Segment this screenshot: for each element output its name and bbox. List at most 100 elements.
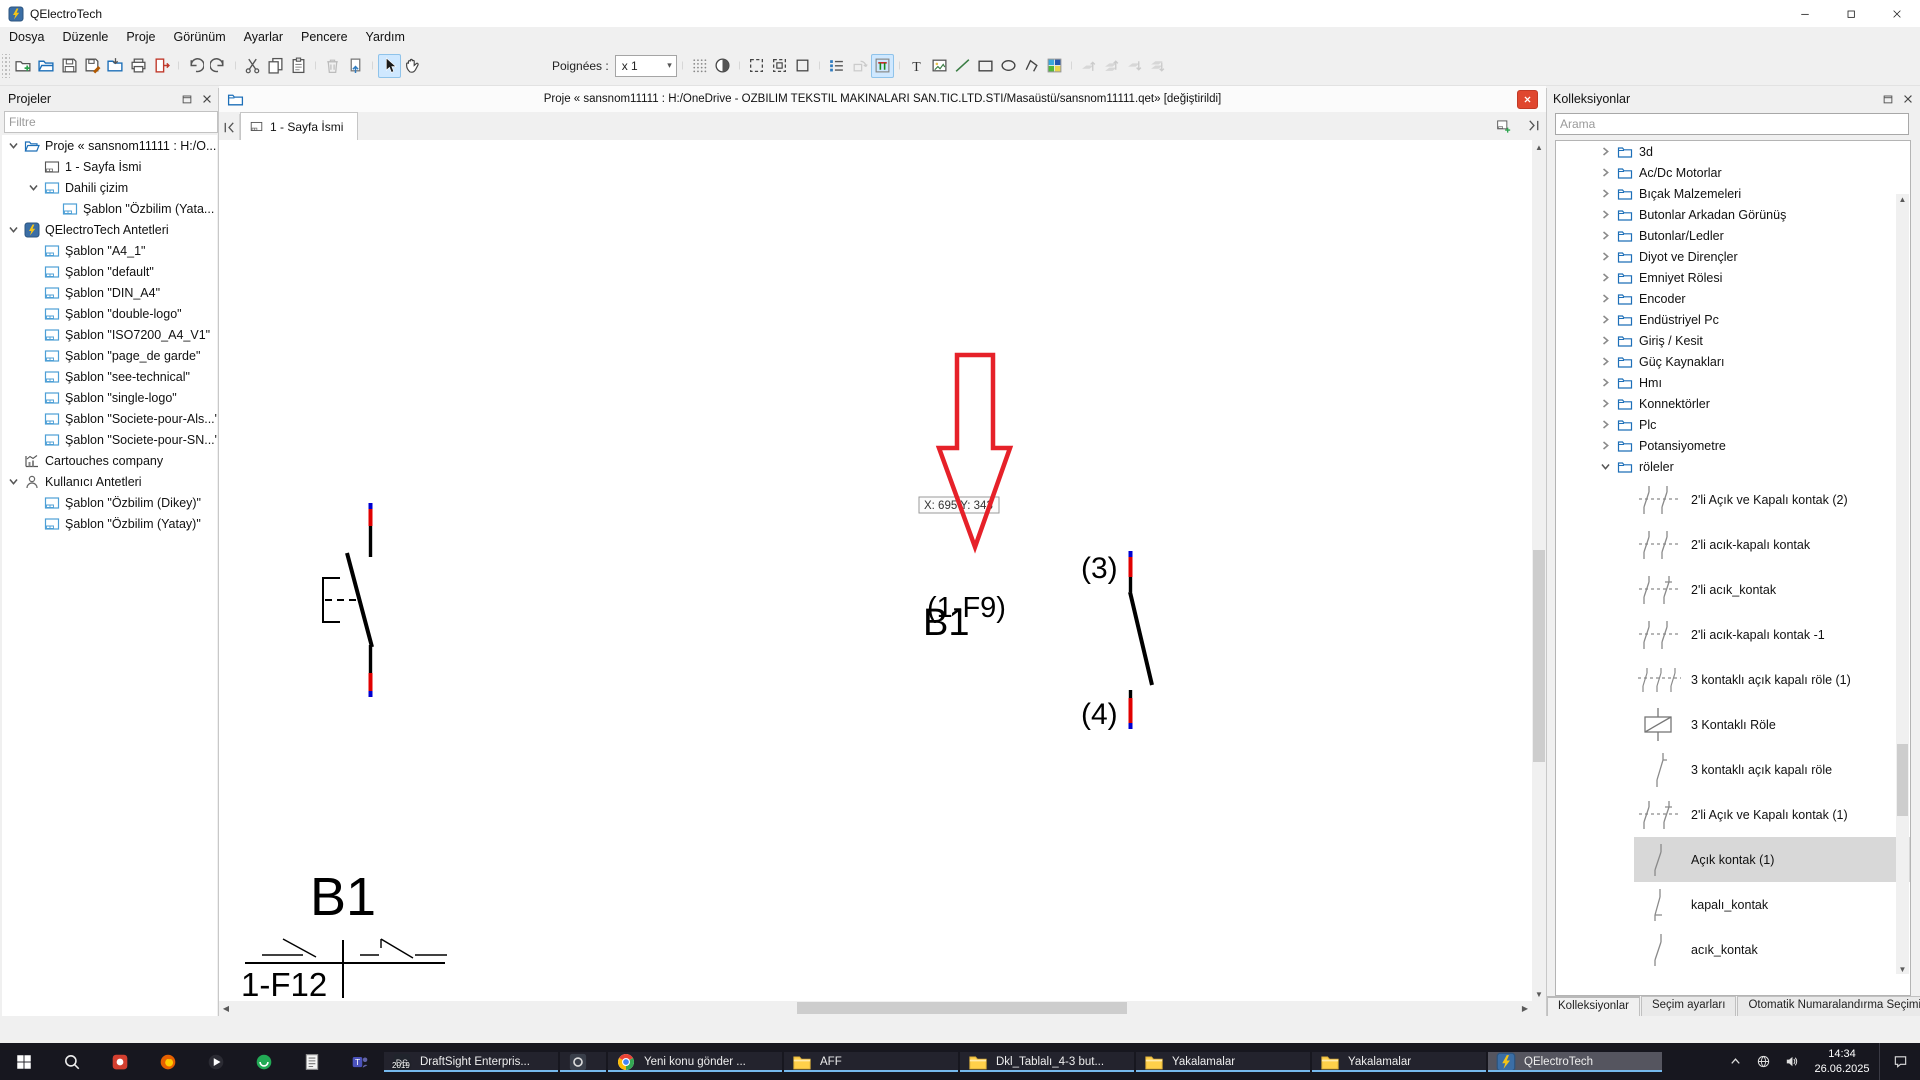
send-backward-button[interactable] — [1123, 54, 1146, 78]
menu-ayarlar[interactable]: Ayarlar — [235, 29, 292, 45]
tree-chevron-icon[interactable] — [1600, 398, 1611, 409]
tree-chevron-icon[interactable] — [28, 413, 39, 424]
menu-yardim[interactable]: Yardım — [357, 29, 414, 45]
tree-chevron-icon[interactable] — [1600, 167, 1611, 178]
template-item[interactable]: Şablon "ISO7200_A4_V1" — [2, 324, 217, 345]
tree-chevron-icon[interactable] — [8, 140, 19, 151]
tree-chevron-icon[interactable] — [28, 434, 39, 445]
redo-button[interactable] — [207, 54, 230, 78]
open-file-button[interactable] — [104, 54, 127, 78]
tree-chevron-icon[interactable] — [8, 224, 19, 235]
paste-button[interactable] — [287, 54, 310, 78]
tree-chevron-icon[interactable] — [1600, 419, 1611, 430]
template-item[interactable]: Şablon "double-logo" — [2, 303, 217, 324]
user-titleblocks[interactable]: Kullanıcı Antetleri — [2, 471, 217, 492]
taskbar-clock[interactable]: 14:34 26.06.2025 — [1805, 1047, 1879, 1076]
panel-float-button[interactable] — [178, 91, 196, 107]
panel-float-button[interactable] — [1879, 91, 1897, 107]
copy-button[interactable] — [264, 54, 287, 78]
taskbar-pinned-red-app[interactable] — [96, 1053, 144, 1071]
template-item[interactable]: Şablon "DIN_A4" — [2, 282, 217, 303]
panel-close-button[interactable] — [198, 91, 216, 107]
tree-chevron-icon[interactable] — [1600, 188, 1611, 199]
tab-otomatik-numaralandirma[interactable]: Otomatik Numaralandırma Seçimi — [1737, 996, 1920, 1016]
rotate-button[interactable] — [848, 54, 871, 78]
taskbar-pinned-notepad[interactable] — [288, 1053, 336, 1071]
add-page-button[interactable] — [1492, 114, 1514, 136]
menu-proje[interactable]: Proje — [117, 29, 164, 45]
taskbar-pinned-media-app[interactable] — [192, 1053, 240, 1071]
scrollbar-thumb[interactable] — [1897, 744, 1908, 816]
collection-folder[interactable]: Potansiyometre — [1556, 435, 1910, 456]
expand-tabs-button[interactable] — [1522, 114, 1544, 136]
template-item[interactable]: Şablon "Societe-pour-Als..." — [2, 408, 217, 429]
taskbar-app-draftsight[interactable]: DraftSight Enterpris... 2019 — [384, 1052, 558, 1072]
conductor-list-button[interactable] — [825, 54, 848, 78]
taskbar-app-folder-yakalamalar[interactable]: Yakalamalar — [1136, 1052, 1310, 1072]
color-grid-button[interactable] — [1043, 54, 1066, 78]
tree-chevron-icon[interactable] — [28, 245, 39, 256]
collection-folder[interactable]: Butonlar/Ledler — [1556, 225, 1910, 246]
taskbar-start-button[interactable] — [0, 1053, 48, 1071]
scroll-down-icon[interactable]: ▼ — [1532, 987, 1546, 1001]
add-rect-button[interactable] — [974, 54, 997, 78]
taskbar-pinned-firefox[interactable] — [144, 1053, 192, 1071]
project-root[interactable]: Proje « sansnom11111 : H:/O... — [2, 135, 217, 156]
mask-button[interactable] — [711, 54, 734, 78]
scroll-down-icon[interactable]: ▼ — [1896, 962, 1909, 976]
collection-folder[interactable]: Emniyet Rölesi — [1556, 267, 1910, 288]
element-item[interactable]: Açık kontak (1) — [1634, 837, 1910, 882]
send-back-button[interactable] — [1146, 54, 1169, 78]
scrollbar-thumb[interactable] — [797, 1002, 1127, 1014]
maximize-button[interactable] — [1828, 0, 1874, 27]
template-item[interactable]: Şablon "single-logo" — [2, 387, 217, 408]
menu-duzenle[interactable]: Düzenle — [53, 29, 117, 45]
add-polygon-button[interactable] — [1020, 54, 1043, 78]
bring-forward-button[interactable] — [1077, 54, 1100, 78]
element-item[interactable]: 2'li acık-kapalı kontak -1 — [1634, 612, 1910, 657]
bring-front-button[interactable] — [1100, 54, 1123, 78]
scrollbar-thumb[interactable] — [1533, 550, 1545, 762]
element-label-b1-center[interactable]: B1 — [923, 602, 969, 644]
collection-folder[interactable]: Ac/Dc Motorlar — [1556, 162, 1910, 183]
template-item[interactable]: Şablon "Özbilim (Dikey)" — [2, 492, 217, 513]
tree-chevron-icon[interactable] — [28, 371, 39, 382]
collection-folder[interactable]: Konnektörler — [1556, 393, 1910, 414]
collection-folder[interactable]: Butonlar Arkadan Görünüş — [1556, 204, 1910, 225]
menu-dosya[interactable]: Dosya — [0, 29, 53, 45]
scroll-up-icon[interactable]: ▲ — [1532, 140, 1546, 154]
element-item[interactable]: acık_kontak — [1634, 927, 1910, 972]
tree-chevron-icon[interactable] — [1600, 272, 1611, 283]
collapse-tabs-button[interactable] — [219, 114, 240, 140]
tree-chevron-icon[interactable] — [28, 350, 39, 361]
template-item[interactable]: Şablon "Özbilim (Yatay)" — [2, 513, 217, 534]
element-item[interactable]: 3 Kontaklı Röle — [1634, 702, 1910, 747]
tab-kolleksiyonlar[interactable]: Kolleksiyonlar — [1547, 996, 1640, 1016]
tree-chevron-icon[interactable] — [1600, 209, 1611, 220]
network-icon[interactable] — [1749, 1043, 1777, 1080]
panel-close-button[interactable] — [1899, 91, 1917, 107]
collection-folder[interactable]: Plc — [1556, 414, 1910, 435]
add-ellipse-button[interactable] — [997, 54, 1020, 78]
template-item[interactable]: Şablon "A4_1" — [2, 240, 217, 261]
add-text-button[interactable] — [905, 54, 928, 78]
right-contact-symbol[interactable]: (3) (4) — [1081, 551, 1152, 731]
tree-chevron-icon[interactable] — [28, 287, 39, 298]
template-item[interactable]: Şablon "Özbilim (Yata... — [2, 198, 217, 219]
select-rect-button[interactable] — [791, 54, 814, 78]
tree-chevron-icon[interactable] — [1600, 251, 1611, 262]
toolbar-drag-handle[interactable] — [2, 54, 10, 78]
menu-gorunum[interactable]: Görünüm — [165, 29, 235, 45]
internal-drawing[interactable]: Dahili çizim — [2, 177, 217, 198]
taskbar-app-folder-dkl[interactable]: Dkl_Tablalı_4-3 but... — [960, 1052, 1134, 1072]
element-item[interactable]: kapalı_kontak — [1634, 882, 1910, 927]
tree-chevron-icon[interactable] — [8, 455, 19, 466]
save-button[interactable] — [58, 54, 81, 78]
element-item[interactable]: 2'li acık_kontak — [1634, 567, 1910, 612]
tree-chevron-icon[interactable] — [8, 476, 19, 487]
scroll-left-icon[interactable]: ◀ — [219, 1001, 233, 1015]
template-item[interactable]: Şablon "default" — [2, 261, 217, 282]
handles-scale-select[interactable]: x 1 ▾ — [615, 55, 677, 77]
tree-chevron-icon[interactable] — [28, 497, 39, 508]
element-item[interactable]: 3 kontaklı açık kapalı röle (1) — [1634, 657, 1910, 702]
